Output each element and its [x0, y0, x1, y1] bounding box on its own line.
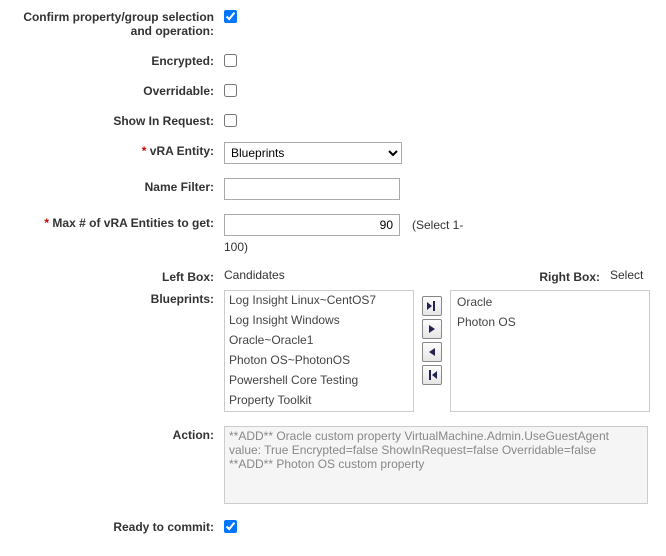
right-box-value: Select — [610, 268, 660, 282]
left-box-value: Candidates — [224, 268, 530, 282]
move-all-left-button[interactable] — [422, 365, 442, 385]
max-entities-hint2: 100) — [224, 240, 660, 254]
right-box-label: Right Box: — [530, 268, 610, 284]
list-item[interactable]: Photon OS~PhotonOS — [225, 351, 413, 371]
list-item[interactable]: Property Toolkit — [225, 391, 413, 411]
arrow-bar-left-icon — [426, 369, 438, 381]
arrow-left-icon — [426, 346, 438, 358]
ready-commit-checkbox[interactable] — [224, 520, 237, 533]
list-item[interactable]: Log Insight Windows — [225, 311, 413, 331]
move-right-button[interactable] — [422, 319, 442, 339]
show-in-request-checkbox[interactable] — [224, 114, 237, 127]
action-textarea[interactable] — [224, 426, 648, 504]
overridable-checkbox[interactable] — [224, 84, 237, 97]
candidates-listbox[interactable]: Log Insight Linux~CentOS7 Log Insight Wi… — [224, 290, 414, 412]
list-item[interactable]: Oracle — [451, 293, 649, 313]
overridable-label: Overridable: — [6, 82, 224, 98]
selected-listbox[interactable]: Oracle Photon OS — [450, 290, 650, 412]
list-item[interactable]: Powershell Core Testing — [225, 371, 413, 391]
vra-entity-select[interactable]: Blueprints — [224, 142, 402, 164]
confirm-checkbox[interactable] — [224, 10, 237, 23]
list-item[interactable]: Photon OS — [451, 313, 649, 333]
action-label: Action: — [6, 426, 224, 442]
max-entities-label: * Max # of vRA Entities to get: — [6, 214, 224, 230]
encrypted-checkbox[interactable] — [224, 54, 237, 67]
arrow-right-icon — [426, 323, 438, 335]
max-entities-hint1: (Select 1- — [412, 218, 463, 232]
name-filter-label: Name Filter: — [6, 178, 224, 194]
blueprints-label: Blueprints: — [6, 290, 224, 306]
move-all-right-button[interactable] — [422, 296, 442, 316]
ready-commit-label: Ready to commit: — [6, 518, 224, 534]
confirm-label: Confirm property/group selection and ope… — [6, 8, 224, 38]
move-left-button[interactable] — [422, 342, 442, 362]
left-box-label: Left Box: — [6, 268, 224, 284]
list-item[interactable]: Log Insight Linux~CentOS7 — [225, 291, 413, 311]
name-filter-input[interactable] — [224, 178, 400, 200]
show-in-request-label: Show In Request: — [6, 112, 224, 128]
list-item[interactable]: Oracle~Oracle1 — [225, 331, 413, 351]
max-entities-input[interactable] — [224, 214, 400, 236]
vra-entity-label: * vRA Entity: — [6, 142, 224, 158]
encrypted-label: Encrypted: — [6, 52, 224, 68]
arrow-bar-right-icon — [426, 300, 438, 312]
